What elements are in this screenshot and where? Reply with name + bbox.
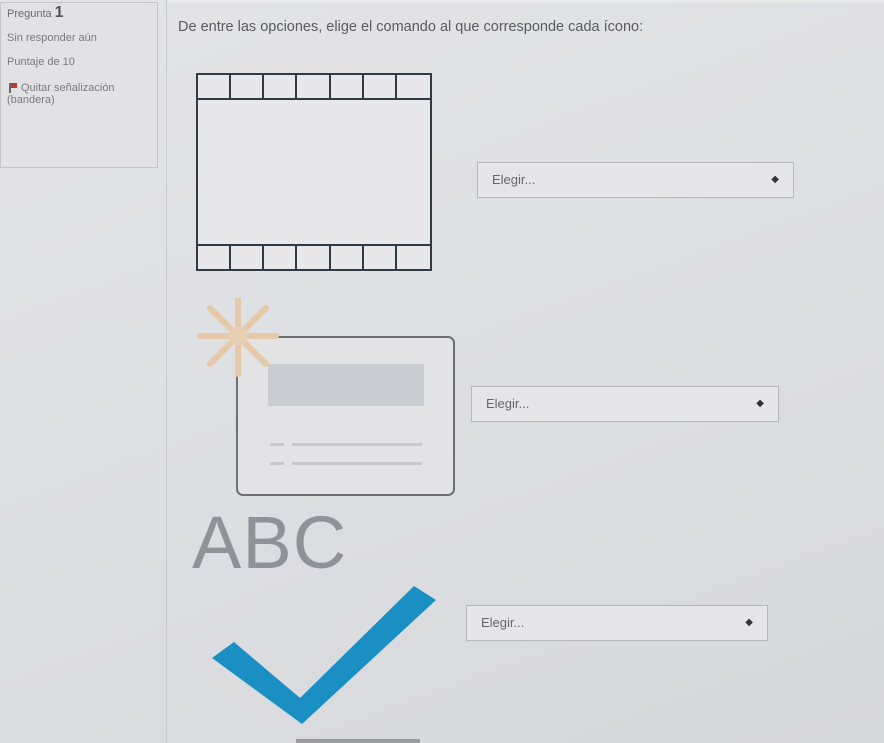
question-title: Pregunta bbox=[7, 8, 52, 20]
select-arrows-icon: ◆ bbox=[771, 174, 779, 185]
content-divider bbox=[166, 0, 167, 743]
question-title-row: Pregunta 1 bbox=[7, 4, 151, 21]
new-window-icon bbox=[197, 298, 455, 496]
select-item-3-value: Elegir... bbox=[481, 615, 525, 630]
film-strip-icon bbox=[196, 73, 432, 271]
select-arrows-icon: ◆ bbox=[745, 617, 753, 628]
select-item-3[interactable]: Elegir... ◆ bbox=[466, 605, 768, 641]
select-arrows-icon: ◆ bbox=[756, 398, 764, 409]
flag-question-link[interactable]: Quitar señalización (bandera) bbox=[7, 82, 151, 106]
flag-sub-label: (bandera) bbox=[7, 94, 55, 106]
select-item-2[interactable]: Elegir... ◆ bbox=[471, 386, 779, 422]
question-state: Sin responder aún bbox=[7, 32, 97, 44]
bottom-bar bbox=[296, 739, 420, 743]
question-info-box: Pregunta 1 Sin responder aún Puntaje de 1… bbox=[0, 2, 158, 168]
flag-label: Quitar señalización bbox=[21, 82, 115, 94]
top-border bbox=[166, 0, 884, 3]
question-prompt: De entre las opciones, elige el comando … bbox=[178, 19, 644, 35]
question-grade: Puntaje de 10 bbox=[7, 56, 75, 68]
select-item-1-value: Elegir... bbox=[492, 172, 536, 187]
checkmark-icon bbox=[212, 586, 436, 724]
flag-icon bbox=[9, 83, 17, 93]
select-item-1[interactable]: Elegir... ◆ bbox=[477, 162, 794, 198]
select-item-2-value: Elegir... bbox=[486, 396, 530, 411]
question-number: 1 bbox=[54, 4, 64, 21]
abc-text-icon: ABC bbox=[192, 501, 348, 584]
